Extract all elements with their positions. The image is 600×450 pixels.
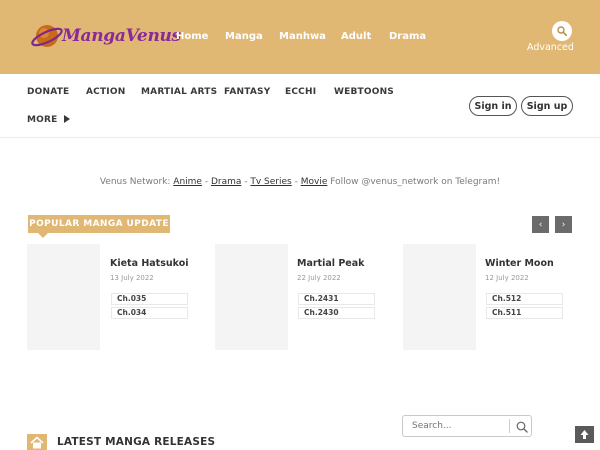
- network-drama-link[interactable]: Drama: [211, 177, 241, 187]
- search-icon[interactable]: [516, 421, 528, 433]
- genre-donate[interactable]: DONATE: [27, 87, 69, 97]
- card-title[interactable]: Winter Moon: [485, 258, 554, 269]
- chapter-link[interactable]: Ch.034: [111, 307, 188, 319]
- header-search-button[interactable]: [552, 21, 572, 41]
- card-date: 22 July 2022: [297, 274, 341, 282]
- card-title[interactable]: Kieta Hatsukoi: [110, 258, 189, 269]
- nav-divider: [0, 137, 600, 138]
- genre-fantasy[interactable]: FANTASY: [224, 87, 270, 97]
- chapter-link[interactable]: Ch.511: [486, 307, 563, 319]
- logo-text[interactable]: MangaVenus: [62, 26, 181, 46]
- slider-next-button[interactable]: ›: [555, 216, 572, 233]
- genre-webtoons[interactable]: WEBTOONS: [334, 87, 394, 97]
- nav-adult[interactable]: Adult: [341, 31, 371, 42]
- nav-home[interactable]: Home: [176, 31, 208, 42]
- card-cover[interactable]: [27, 244, 100, 350]
- search-input[interactable]: [403, 416, 509, 436]
- home-badge: [27, 434, 47, 450]
- chevron-left-icon: ‹: [538, 219, 543, 230]
- card-title[interactable]: Martial Peak: [297, 258, 364, 269]
- card-cover[interactable]: [215, 244, 288, 350]
- more-menu[interactable]: MORE: [27, 115, 70, 125]
- slider-prev-button[interactable]: ‹: [532, 216, 549, 233]
- network-prefix: Venus Network:: [99, 177, 171, 187]
- more-label: MORE: [27, 115, 58, 125]
- caret-right-icon: [63, 115, 70, 123]
- card-cover[interactable]: [403, 244, 476, 350]
- chevron-right-icon: ›: [561, 219, 566, 230]
- nav-manhwa[interactable]: Manhwa: [279, 31, 326, 42]
- arrow-up-icon: [580, 430, 589, 439]
- card-date: 12 July 2022: [485, 274, 529, 282]
- chapter-link[interactable]: Ch.2431: [298, 293, 375, 305]
- back-to-top-button[interactable]: [575, 426, 594, 443]
- latest-heading: LATEST MANGA RELEASES: [57, 436, 216, 448]
- chapter-link[interactable]: Ch.035: [111, 293, 188, 305]
- nav-drama[interactable]: Drama: [389, 31, 426, 42]
- network-movie-link[interactable]: Movie: [301, 177, 328, 187]
- chapter-link[interactable]: Ch.2430: [298, 307, 375, 319]
- card-date: 13 July 2022: [110, 274, 154, 282]
- home-icon: [30, 436, 44, 449]
- network-notice: Venus Network: Anime - Drama - Tv Series…: [99, 177, 501, 187]
- signup-button[interactable]: Sign up: [521, 96, 573, 116]
- chapter-link[interactable]: Ch.512: [486, 293, 563, 305]
- genre-martial-arts[interactable]: MARTIAL ARTS: [141, 87, 217, 97]
- genre-ecchi[interactable]: ECCHI: [285, 87, 316, 97]
- advanced-search-link[interactable]: Advanced: [527, 42, 574, 53]
- logo-planet-icon[interactable]: [30, 19, 64, 53]
- search-icon: [557, 26, 567, 36]
- network-telegram-text: Follow @venus_network on Telegram!: [330, 177, 501, 187]
- heading-pointer: [38, 233, 48, 238]
- sidebar-search: [402, 415, 532, 437]
- genre-action[interactable]: ACTION: [86, 87, 125, 97]
- search-divider: [509, 419, 510, 433]
- signin-button[interactable]: Sign in: [469, 96, 517, 116]
- nav-manga[interactable]: Manga: [225, 31, 263, 42]
- network-anime-link[interactable]: Anime: [173, 177, 202, 187]
- network-tv-series-link[interactable]: Tv Series: [250, 177, 291, 187]
- popular-heading: POPULAR MANGA UPDATE: [28, 215, 170, 233]
- site-header: MangaVenus Home Manga Manhwa Adult Drama…: [0, 0, 600, 74]
